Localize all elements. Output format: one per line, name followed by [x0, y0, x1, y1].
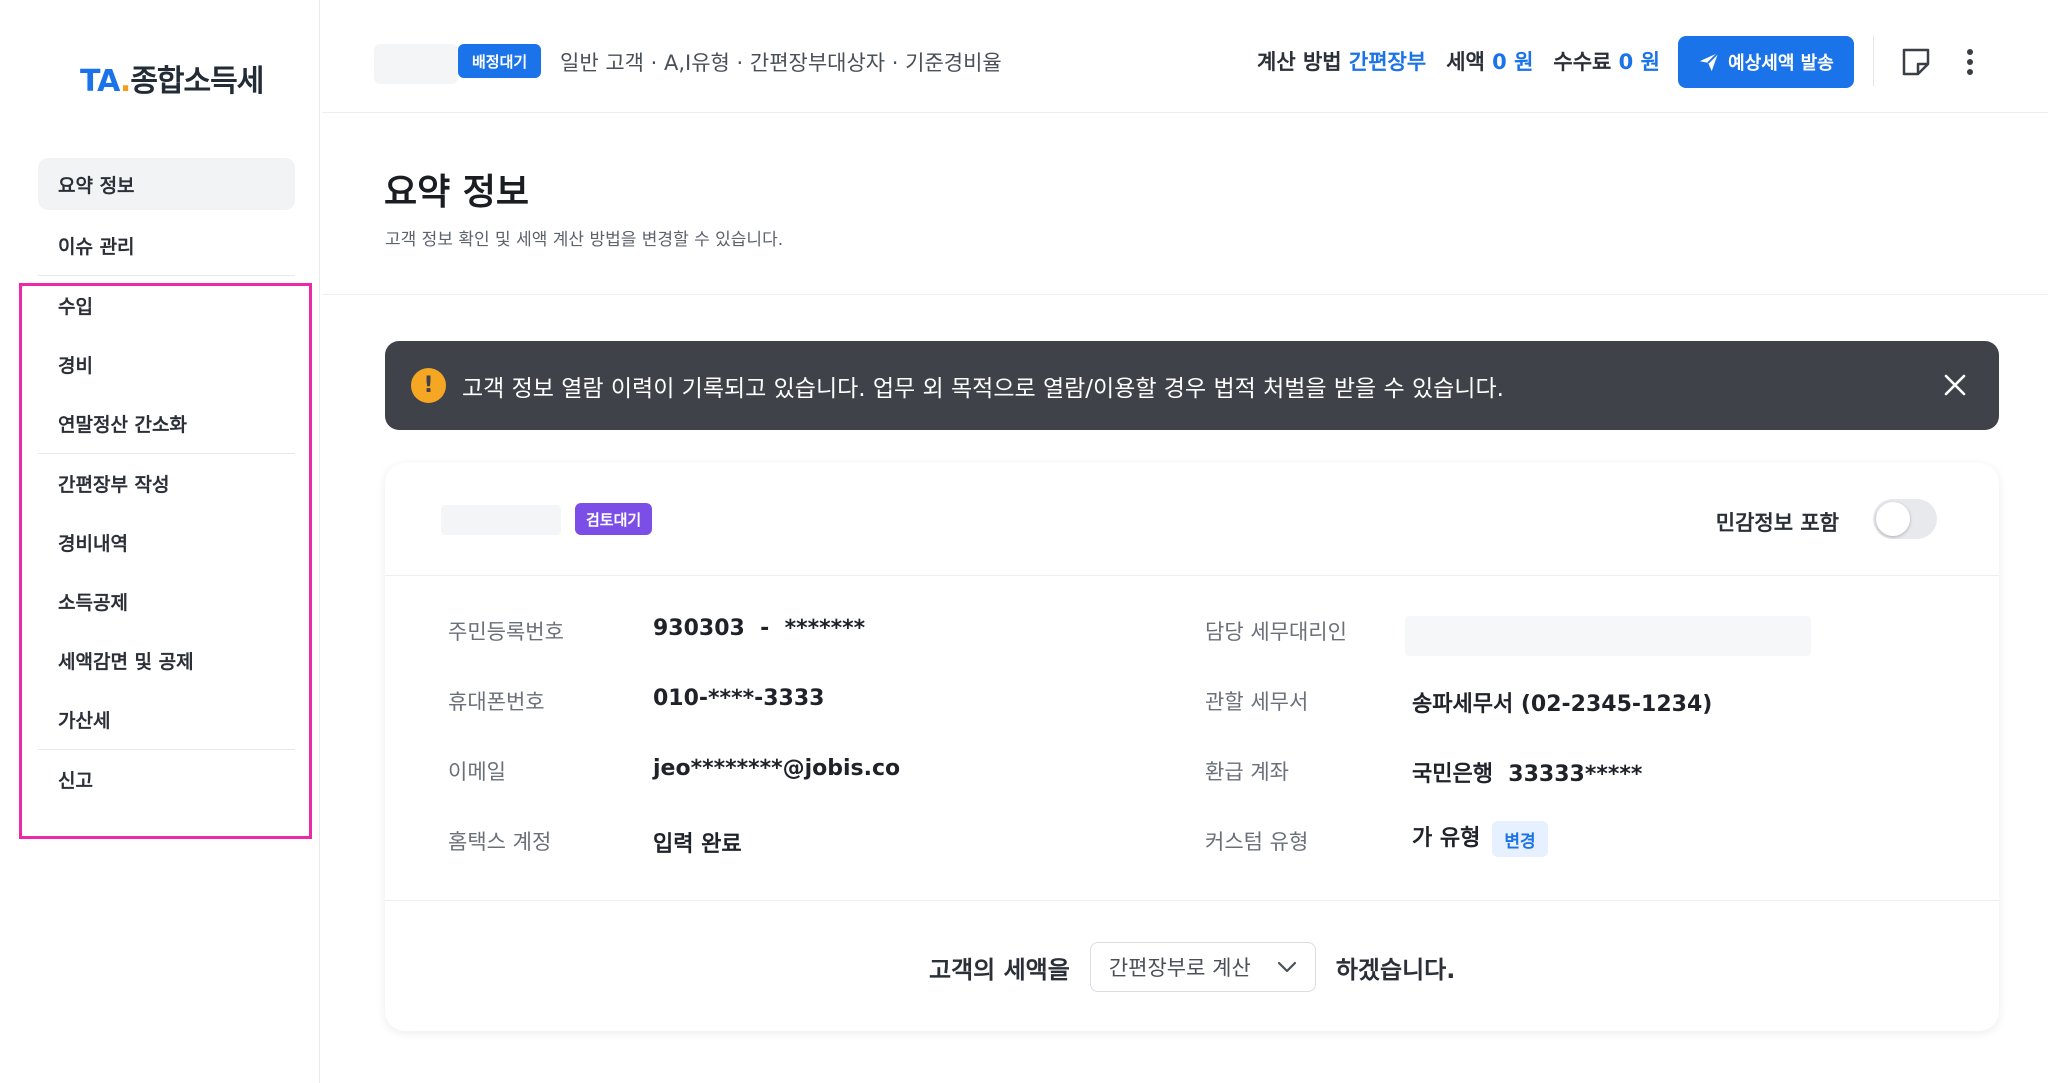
sentence-suffix: 하겠습니다.	[1335, 955, 1456, 984]
rrn-label: 주민등록번호	[448, 620, 564, 644]
agent-label: 담당 세무대리인	[1205, 620, 1347, 644]
hometax-label: 홈택스 계정	[448, 830, 552, 854]
sensitive-info-toggle[interactable]	[1873, 499, 1937, 539]
email-value: jeo********@jobis.co	[653, 756, 901, 781]
header-divider	[1873, 36, 1874, 86]
tax-office-label: 관할 세무서	[1205, 690, 1309, 714]
phone-value: 010-****-3333	[653, 686, 825, 711]
warning-icon: !	[411, 368, 446, 403]
highlight-box	[19, 283, 312, 839]
customer-name-redacted	[374, 44, 458, 84]
hometax-value: 입력 완료	[653, 832, 742, 857]
calc-method: 계산 방법 간편장부	[1257, 50, 1427, 74]
email-label: 이메일	[448, 760, 506, 784]
sensitive-info-label: 민감정보 포함	[1715, 511, 1839, 535]
page-subtitle: 고객 정보 확인 및 세액 계산 방법을 변경할 수 있습니다.	[385, 230, 784, 250]
phone-label: 휴대폰번호	[448, 690, 545, 714]
calc-method-sentence: 고객의 세액을 간편장부로 계산 하겠습니다.	[929, 942, 1455, 992]
customer-info-grid: 주민등록번호 930303 - ******* 담당 세무대리인 휴대폰번호 0…	[385, 576, 1999, 901]
calc-summary: 계산 방법 간편장부 세액 0 원 수수료 0 원	[1257, 46, 1660, 76]
top-header: 배정대기 일반 고객 · A,I유형 · 간편장부대상자 · 기준경비율 계산 …	[322, 0, 2048, 113]
custom-type-value: 가 유형 변경	[1412, 820, 1548, 857]
sidebar-item-issues[interactable]: 이슈 관리	[38, 216, 295, 275]
customer-name-redacted	[441, 505, 561, 535]
sentence-prefix: 고객의 세액을	[929, 955, 1070, 984]
fee-amount: 수수료 0 원	[1553, 50, 1660, 74]
chevron-down-icon	[1277, 961, 1296, 973]
info-row: 홈택스 계정 입력 완료 커스텀 유형 가 유형 변경	[385, 820, 1999, 870]
info-row: 주민등록번호 930303 - ******* 담당 세무대리인	[385, 616, 1999, 666]
page-title: 요약 정보	[384, 172, 530, 213]
sidebar: TA.종합소득세 요약 정보 이슈 관리 수입 경비 연말정산 간소화 간편장부…	[0, 0, 320, 1083]
refund-account-label: 환급 계좌	[1205, 760, 1289, 784]
custom-type-label: 커스텀 유형	[1205, 830, 1309, 854]
tax-amount: 세액 0 원	[1446, 50, 1534, 74]
card-header: 검토대기 민감정보 포함	[385, 463, 1999, 576]
close-icon[interactable]	[1941, 371, 1969, 399]
assign-status-badge: 배정대기	[458, 44, 542, 78]
change-type-button[interactable]: 변경	[1492, 821, 1548, 857]
agent-name-redacted	[1405, 616, 1811, 656]
app-logo[interactable]: TA.종합소득세	[80, 56, 264, 100]
privacy-alert: ! 고객 정보 열람 이력이 기록되고 있습니다. 업무 외 목적으로 열람/이…	[385, 341, 1999, 430]
tax-office-value: 송파세무서 (02-2345-1234)	[1412, 692, 1713, 717]
more-vertical-icon[interactable]	[1958, 46, 1982, 78]
send-icon	[1700, 52, 1719, 72]
info-row: 이메일 jeo********@jobis.co 환급 계좌 국민은행 3333…	[385, 756, 1999, 806]
review-status-badge: 검토대기	[575, 503, 653, 535]
alert-text: 고객 정보 열람 이력이 기록되고 있습니다. 업무 외 목적으로 열람/이용할…	[462, 375, 1504, 402]
refund-account-value: 국민은행 33333*****	[1412, 762, 1643, 787]
memo-icon[interactable]	[1900, 46, 1932, 78]
page-divider	[322, 294, 2048, 295]
toggle-knob	[1876, 502, 1910, 536]
rrn-value: 930303 - *******	[653, 616, 866, 641]
customer-info: 일반 고객 · A,I유형 · 간편장부대상자 · 기준경비율	[560, 51, 1002, 75]
info-row: 휴대폰번호 010-****-3333 관할 세무서 송파세무서 (02-234…	[385, 686, 1999, 736]
select-value: 간편장부로 계산	[1108, 956, 1251, 980]
send-estimate-button[interactable]: 예상세액 발송	[1678, 36, 1854, 88]
sidebar-item-summary[interactable]: 요약 정보	[38, 158, 295, 210]
calc-method-select[interactable]: 간편장부로 계산	[1089, 942, 1316, 992]
